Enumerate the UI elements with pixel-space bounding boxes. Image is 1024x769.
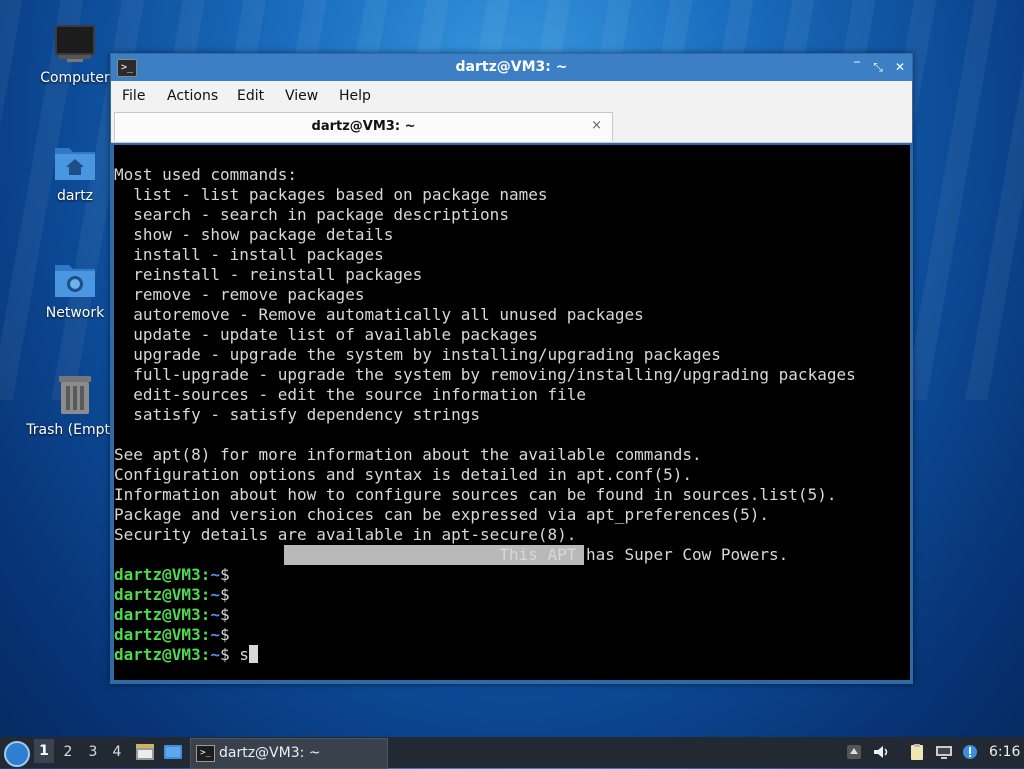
workspace-2[interactable]: 2 <box>58 744 78 760</box>
clock[interactable]: 6:16 <box>989 744 1020 760</box>
prompt-sep: : <box>200 585 211 604</box>
prompt-symbol: $ <box>219 625 230 644</box>
prompt-sep: : <box>200 645 211 664</box>
prompt-user: dartz@VM3 <box>114 625 201 644</box>
terminal-line: update - update list of available packag… <box>114 325 538 344</box>
desktop-icon-label: Network <box>45 305 105 321</box>
clipboard-icon[interactable] <box>908 743 926 761</box>
volume-icon[interactable] <box>872 743 890 761</box>
prompt-user: dartz@VM3 <box>114 605 201 624</box>
terminal-line: edit-sources - edit the source informati… <box>114 385 587 404</box>
terminal-line: show - show package details <box>114 225 394 244</box>
prompt-user: dartz@VM3 <box>114 565 201 584</box>
terminal-line: remove - remove packages <box>114 285 365 304</box>
prompt-user: dartz@VM3 <box>114 645 201 664</box>
desktop-icon-label: Computer <box>40 70 110 86</box>
prompt-symbol: $ <box>219 645 230 664</box>
network-folder-icon <box>55 265 95 297</box>
terminal-task-icon: >_ <box>196 745 215 762</box>
terminal-line: Information about how to configure sourc… <box>114 485 837 504</box>
prompt-input[interactable]: s <box>230 645 249 664</box>
prompt-user: dartz@VM3 <box>114 585 201 604</box>
terminal-line: See apt(8) for more information about th… <box>114 445 702 464</box>
prompt-symbol: $ <box>219 585 230 604</box>
minimize-button[interactable]: ‾ <box>849 59 865 75</box>
text-cursor <box>248 645 258 663</box>
prompt-line: dartz@VM3:~$ <box>114 565 230 585</box>
computer-icon <box>55 25 95 62</box>
desktop-icon-label: dartz <box>56 188 94 204</box>
taskbar-task-terminal[interactable]: >_ dartz@VM3: ~ <box>190 738 388 769</box>
trash-icon <box>59 376 91 414</box>
prompt-path: ~ <box>210 565 220 584</box>
prompt-path: ~ <box>210 645 220 664</box>
terminal-line: Security details are available in apt-se… <box>114 525 577 544</box>
task-label: dartz@VM3: ~ <box>219 745 321 761</box>
menubar: File Actions Edit View Help <box>111 81 912 111</box>
show-desktop-icon[interactable] <box>163 743 183 761</box>
menu-file[interactable]: File <box>122 88 145 104</box>
maximize-button[interactable]: ⤡ <box>870 59 886 75</box>
terminal-line: Most used commands: <box>114 165 298 184</box>
tab-terminal[interactable]: dartz@VM3: ~ × <box>114 112 613 141</box>
terminal-line: satisfy - satisfy dependency strings <box>114 405 481 424</box>
workspace-4[interactable]: 4 <box>107 744 127 760</box>
menu-view[interactable]: View <box>285 88 318 104</box>
workspace-1[interactable]: 1 <box>34 739 54 763</box>
prompt-sep: : <box>200 625 211 644</box>
tab-close-icon[interactable]: × <box>591 118 602 133</box>
close-button[interactable]: ✕ <box>892 59 908 75</box>
terminal-window: >_ dartz@VM3: ~ ‾ ⤡ ✕ File Actions Edit … <box>110 53 913 684</box>
menu-edit[interactable]: Edit <box>237 88 264 104</box>
prompt-path: ~ <box>210 585 220 604</box>
prompt-path: ~ <box>210 625 220 644</box>
workspace-3[interactable]: 3 <box>83 744 103 760</box>
menu-help[interactable]: Help <box>339 88 371 104</box>
tab-bar: dartz@VM3: ~ × <box>111 111 912 143</box>
prompt-line: dartz@VM3:~$ <box>114 585 230 605</box>
terminal-line: This APT has Super Cow Powers. <box>114 545 789 564</box>
terminal-line: list - list packages based on package na… <box>114 185 548 204</box>
terminal-line: search - search in package descriptions <box>114 205 509 224</box>
network-tray-icon[interactable] <box>935 743 953 761</box>
prompt-path: ~ <box>210 605 220 624</box>
notification-icon[interactable] <box>961 743 979 761</box>
tray-up-arrow-icon[interactable] <box>845 743 863 761</box>
tab-label: dartz@VM3: ~ <box>311 119 416 134</box>
taskbar: 1 2 3 4 >_ dartz@VM3: ~ 6:16 <box>0 737 1024 769</box>
terminal-output[interactable]: Most used commands: list - list packages… <box>114 145 910 680</box>
start-menu-icon[interactable] <box>4 741 30 767</box>
prompt-line: dartz@VM3:~$ <box>114 605 230 625</box>
terminal-line: install - install packages <box>114 245 384 264</box>
prompt-sep: : <box>200 565 211 584</box>
prompt-symbol: $ <box>219 565 230 584</box>
prompt-symbol: $ <box>219 605 230 624</box>
terminal-line: full-upgrade - upgrade the system by rem… <box>114 365 856 384</box>
window-titlebar[interactable]: >_ dartz@VM3: ~ ‾ ⤡ ✕ <box>111 54 912 81</box>
prompt-sep: : <box>200 605 211 624</box>
file-manager-icon[interactable] <box>135 743 155 761</box>
terminal-line: autoremove - Remove automatically all un… <box>114 305 644 324</box>
terminal-line: upgrade - upgrade the system by installi… <box>114 345 721 364</box>
prompt-line: dartz@VM3:~$ <box>114 625 230 645</box>
terminal-line: reinstall - reinstall packages <box>114 265 423 284</box>
home-folder-icon <box>55 148 95 180</box>
window-title: dartz@VM3: ~ <box>455 59 568 75</box>
terminal-line: Package and version choices can be expre… <box>114 505 770 524</box>
menu-actions[interactable]: Actions <box>167 88 218 104</box>
prompt-line: dartz@VM3:~$ s <box>114 645 258 665</box>
terminal-line: Configuration options and syntax is deta… <box>114 465 692 484</box>
